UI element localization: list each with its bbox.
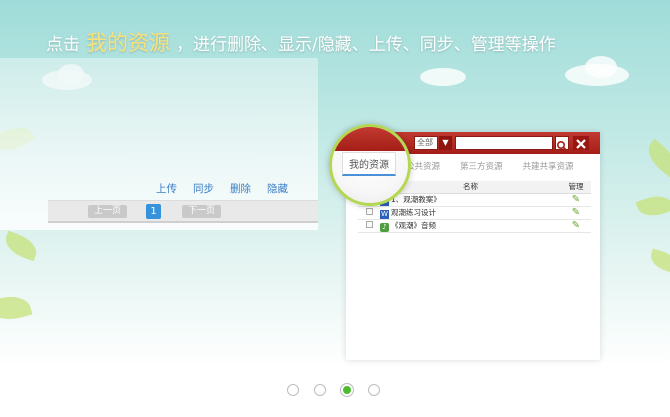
- headline-highlight: 我的资源: [86, 31, 170, 55]
- carousel-dot-2[interactable]: [314, 384, 326, 396]
- resource-name[interactable]: 1、观潮教案》: [391, 195, 441, 204]
- hide-link[interactable]: 隐藏: [267, 181, 288, 196]
- cloud-decoration: [585, 56, 617, 78]
- headline-prefix: 点击: [46, 35, 80, 55]
- edit-pencil-icon[interactable]: ✎: [572, 194, 580, 205]
- audio-icon: ♪: [380, 222, 389, 232]
- leaf-decoration: [641, 138, 670, 178]
- leaf-decoration: [648, 248, 670, 274]
- next-page-button[interactable]: 下一页: [182, 205, 222, 218]
- tab-third-party-resources[interactable]: 第三方资源: [460, 160, 503, 172]
- resource-name[interactable]: 观潮练习设计: [391, 208, 436, 217]
- leaf-decoration: [635, 190, 670, 222]
- table-row[interactable]: W 观潮练习设计 ✎: [358, 206, 591, 220]
- manage-column-header: 管理: [561, 181, 591, 194]
- tab-shared-resources[interactable]: 共建共享资源: [523, 160, 574, 172]
- edit-pencil-icon[interactable]: ✎: [572, 220, 580, 231]
- headline-suffix: ，进行删除、显示/隐藏、上传、同步、管理等操作: [176, 35, 556, 55]
- name-column-header: 名称: [380, 181, 561, 194]
- search-input[interactable]: [455, 136, 553, 150]
- prev-page-button[interactable]: 上一页: [88, 205, 128, 218]
- upload-link[interactable]: 上传: [156, 181, 177, 196]
- dropdown-arrow-icon[interactable]: ▼: [439, 136, 452, 150]
- leaf-decoration: [1, 230, 41, 262]
- delete-link[interactable]: 删除: [230, 181, 251, 196]
- close-icon: [576, 139, 586, 149]
- sync-link[interactable]: 同步: [193, 181, 214, 196]
- close-button[interactable]: [573, 136, 589, 150]
- row-checkbox[interactable]: [365, 208, 373, 215]
- search-icon: [556, 140, 568, 152]
- page-number-current[interactable]: 1: [146, 204, 161, 219]
- magnifier-callout: 我的资源: [329, 124, 411, 206]
- row-checkbox[interactable]: [365, 221, 373, 228]
- action-links: 上传 同步 删除 隐藏: [156, 181, 288, 196]
- word-icon: W: [380, 209, 389, 219]
- cloud-decoration: [420, 68, 466, 86]
- resource-tabs: 公共资源 第三方资源 共建共享资源: [406, 160, 574, 172]
- carousel-dot-3-active[interactable]: [341, 384, 353, 396]
- tab-my-resources[interactable]: 我的资源: [342, 152, 396, 176]
- category-select[interactable]: 全部: [414, 136, 438, 150]
- edit-pencil-icon[interactable]: ✎: [572, 207, 580, 218]
- carousel-indicators: [287, 384, 380, 396]
- headline: 点击 我的资源 ，进行删除、显示/隐藏、上传、同步、管理等操作: [46, 27, 556, 57]
- leaf-decoration: [0, 291, 33, 325]
- search-button[interactable]: [555, 136, 569, 152]
- magnifier-header: [332, 127, 408, 151]
- carousel-dot-4[interactable]: [368, 384, 380, 396]
- resource-name[interactable]: 《观潮》音频: [391, 221, 436, 230]
- carousel-dot-1[interactable]: [287, 384, 299, 396]
- table-row[interactable]: ♪ 《观潮》音频 ✎: [358, 219, 591, 233]
- tab-public-resources[interactable]: 公共资源: [406, 160, 440, 172]
